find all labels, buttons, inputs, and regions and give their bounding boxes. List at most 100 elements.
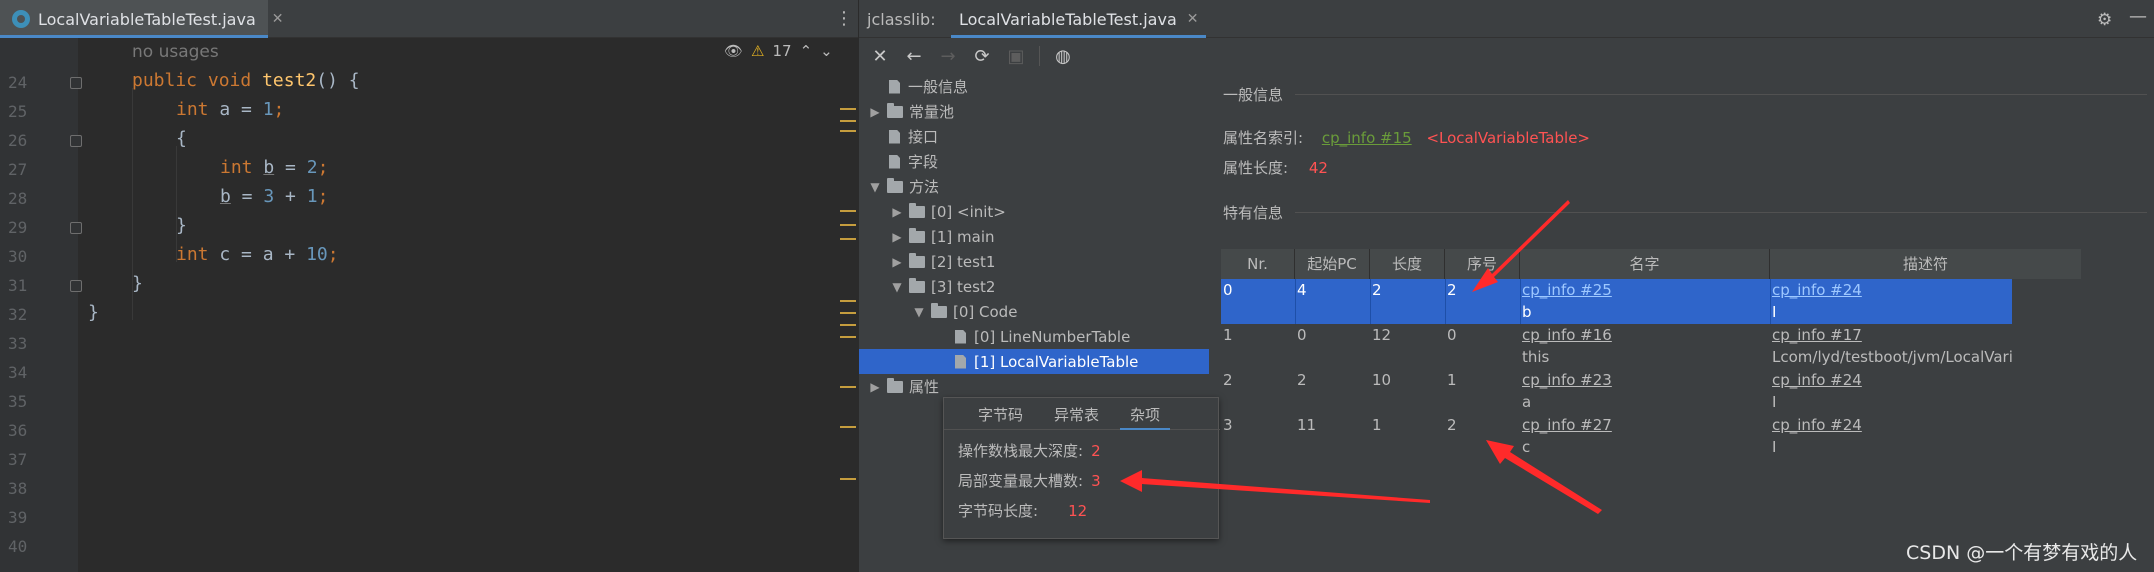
- line-number: 29: [8, 218, 28, 237]
- max-stack-value: 2: [1091, 442, 1101, 460]
- tree-item-interfaces[interactable]: 接口: [867, 124, 938, 149]
- cell-descriptor: Lcom/lyd/testboot/jvm/LocalVaria: [1772, 348, 2012, 366]
- editor-tab-localvariabletabletest[interactable]: LocalVariableTableTest.java ✕: [0, 0, 283, 38]
- cell-descriptor-link[interactable]: cp_info #24: [1772, 281, 1862, 299]
- column-header-index[interactable]: 序号: [1445, 249, 1520, 279]
- forward-arrow-icon[interactable]: →: [937, 45, 959, 67]
- chevron-right-icon: ▶: [892, 204, 902, 219]
- eye-icon[interactable]: 👁: [724, 42, 743, 60]
- tree-item-code[interactable]: ▼ [0] Code: [911, 299, 1017, 324]
- warning-mark[interactable]: [840, 300, 856, 302]
- fold-marker[interactable]: [70, 222, 82, 234]
- tree-item-methods[interactable]: ▼ 方法: [867, 174, 939, 199]
- line-number-gutter: 24 25 26 27 28 29 30 31 32 33 34 35 36 3…: [0, 38, 82, 572]
- warning-mark[interactable]: [840, 210, 856, 212]
- tree-item-constant-pool[interactable]: ▶ 常量池: [867, 99, 954, 124]
- back-arrow-icon[interactable]: ←: [903, 45, 925, 67]
- warning-mark[interactable]: [840, 108, 856, 110]
- jclasslib-tab[interactable]: LocalVariableTableTest.java ✕: [951, 0, 1207, 38]
- minimize-icon[interactable]: —: [2129, 6, 2147, 27]
- chevron-down-icon[interactable]: ⌄: [820, 42, 833, 60]
- tab-exception-table[interactable]: 异常表: [1054, 404, 1099, 425]
- more-options-icon[interactable]: ⋮: [835, 8, 853, 29]
- warning-mark[interactable]: [840, 426, 856, 428]
- warning-mark[interactable]: [840, 386, 856, 388]
- cell-index: 1: [1447, 371, 1457, 389]
- tree-item-method-main[interactable]: ▶ [1] main: [889, 224, 995, 249]
- table-row[interactable]: 1 0 12 0 cp_info #16 this cp_info #17 Lc…: [1221, 324, 2081, 369]
- warning-mark[interactable]: [840, 312, 856, 314]
- tree-item-fields[interactable]: 字段: [867, 149, 938, 174]
- table-row[interactable]: 0 4 2 2 cp_info #25 b cp_info #24 I: [1221, 279, 2012, 324]
- refresh-icon[interactable]: ⟳: [971, 45, 993, 67]
- warning-mark[interactable]: [840, 478, 856, 480]
- cell-descriptor: I: [1772, 438, 1777, 456]
- folder-icon: [909, 227, 925, 243]
- warning-mark[interactable]: [840, 130, 856, 132]
- scrollbar-marks[interactable]: [838, 38, 858, 572]
- tab-misc[interactable]: 杂项: [1119, 404, 1171, 430]
- max-locals-value: 3: [1091, 472, 1101, 490]
- tree-item-attributes[interactable]: ▶ 属性: [867, 374, 939, 399]
- cell-descriptor-link[interactable]: cp_info #24: [1772, 371, 1862, 389]
- cell-name-link[interactable]: cp_info #23: [1522, 371, 1612, 389]
- name-index-row: 属性名索引: cp_info #15 <LocalVariableTable>: [1223, 129, 1590, 147]
- code-line-27: int b = 2;: [220, 157, 329, 178]
- warning-mark[interactable]: [840, 336, 856, 338]
- warning-mark[interactable]: [840, 120, 856, 122]
- column-divider: [1370, 279, 1371, 324]
- fold-marker[interactable]: [70, 77, 82, 89]
- cell-descriptor-link[interactable]: cp_info #24: [1772, 416, 1862, 434]
- table-header: Nr. 起始PC 长度 序号 名字 描述符: [1221, 249, 2081, 279]
- table-row[interactable]: 2 2 10 1 cp_info #23 a cp_info #24 I: [1221, 369, 2081, 414]
- close-icon[interactable]: ✕: [1187, 11, 1199, 27]
- tree-item-method-init[interactable]: ▶ [0] <init>: [889, 199, 1006, 224]
- line-number: 25: [8, 102, 28, 121]
- cell-name-link[interactable]: cp_info #16: [1522, 326, 1612, 344]
- chevron-up-icon[interactable]: ⌃: [800, 42, 813, 60]
- code-area[interactable]: no usages public void test2() { int a = …: [88, 38, 848, 572]
- tree-item-general[interactable]: 一般信息: [867, 74, 968, 99]
- gear-icon[interactable]: ⚙: [2097, 10, 2112, 30]
- tree-item-method-test1[interactable]: ▶ [2] test1: [889, 249, 995, 274]
- cell-index: 2: [1447, 281, 1457, 299]
- line-number: 30: [8, 247, 28, 266]
- cell-length: 2: [1372, 281, 1382, 299]
- column-header-descriptor[interactable]: 描述符: [1770, 249, 2081, 279]
- close-icon[interactable]: ✕: [272, 11, 284, 27]
- code-editor[interactable]: LocalVariableTableTest.java ✕ ⋮ 24 25 26…: [0, 0, 858, 572]
- column-header-name[interactable]: 名字: [1520, 249, 1770, 279]
- code-line-26: {: [176, 128, 187, 149]
- table-row[interactable]: 3 11 1 2 cp_info #27 c cp_info #24 I: [1221, 414, 2081, 459]
- name-index-link[interactable]: cp_info #15: [1322, 129, 1412, 147]
- code-length-value: 12: [1068, 502, 1088, 520]
- column-header-nr[interactable]: Nr.: [1221, 249, 1295, 279]
- folder-icon: [909, 277, 925, 293]
- fold-marker[interactable]: [70, 135, 82, 147]
- save-icon[interactable]: ▣: [1005, 45, 1027, 67]
- warning-icon[interactable]: ⚠: [751, 42, 764, 60]
- tab-bytecode[interactable]: 字节码: [978, 404, 1023, 425]
- column-header-length[interactable]: 长度: [1370, 249, 1445, 279]
- cell-nr: 0: [1223, 281, 1233, 299]
- warning-mark[interactable]: [840, 324, 856, 326]
- cell-descriptor-link[interactable]: cp_info #17: [1772, 326, 1862, 344]
- cell-name-link[interactable]: cp_info #25: [1522, 281, 1612, 299]
- warning-mark[interactable]: [840, 224, 856, 226]
- tree-item-line-number-table[interactable]: [0] LineNumberTable: [933, 324, 1130, 349]
- cell-name-link[interactable]: cp_info #27: [1522, 416, 1612, 434]
- tree-item-local-variable-table[interactable]: [1] LocalVariableTable: [859, 349, 1209, 374]
- column-header-start-pc[interactable]: 起始PC: [1295, 249, 1370, 279]
- max-stack-row: 操作数栈最大深度: 2: [958, 442, 1101, 460]
- chevron-down-icon: ▼: [914, 304, 924, 319]
- line-number: 38: [8, 479, 28, 498]
- globe-icon[interactable]: ◍: [1052, 45, 1074, 67]
- document-icon: [889, 129, 900, 144]
- line-number: 26: [8, 131, 28, 150]
- tree-item-method-test2[interactable]: ▼ [3] test2: [889, 274, 995, 299]
- fold-marker[interactable]: [70, 280, 82, 292]
- warning-mark[interactable]: [840, 238, 856, 240]
- close-icon[interactable]: ✕: [869, 45, 891, 67]
- code-line-31: }: [132, 273, 143, 294]
- cell-name: a: [1522, 393, 1532, 411]
